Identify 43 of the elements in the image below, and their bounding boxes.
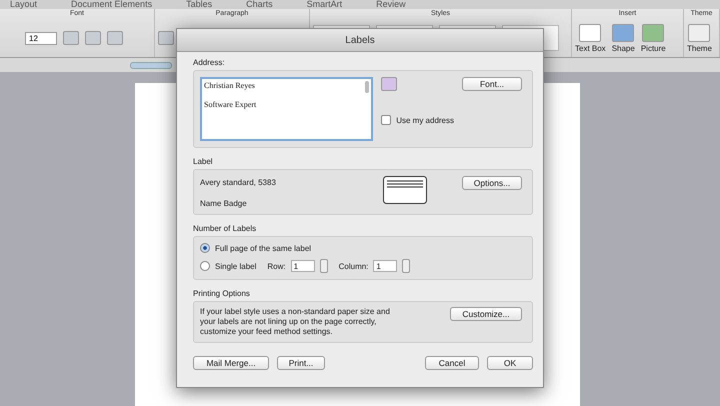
printing-options-text: If your label style uses a non-standard paper size and your labels are not lining up on the page correctly, customize your feed method settings. [200, 307, 391, 337]
radio-label: Single label [215, 262, 256, 270]
dialog-button[interactable]: OK [487, 356, 533, 370]
ribbon-tab[interactable]: SmartArt [306, 0, 342, 9]
radio-button[interactable] [200, 243, 210, 253]
label-preview-icon [383, 176, 427, 204]
label-product: Avery standard, 5383 [200, 178, 277, 187]
section-heading: Number of Labels [193, 224, 258, 233]
label-name: Name Badge [200, 199, 248, 208]
row-field[interactable]: 1 [290, 260, 315, 272]
options-button[interactable]: Options... [462, 176, 522, 190]
font-size-field[interactable]: 12 [25, 32, 57, 44]
checkbox-label: Use my address [396, 116, 454, 124]
stepper-icon[interactable] [402, 259, 410, 273]
insert-button[interactable]: Shape [612, 24, 635, 52]
ribbon-tab[interactable]: Layout [10, 0, 38, 9]
address-line: Christian Reyes [204, 81, 256, 90]
theme-button[interactable]: Theme [687, 24, 712, 52]
address-line: Software Expert [204, 100, 258, 109]
address-field[interactable]: Christian Reyes Software Expert [200, 77, 374, 141]
insert-button[interactable]: Picture [640, 24, 666, 52]
font-button[interactable]: Font... [462, 77, 522, 91]
ribbon-tab[interactable]: Tables [186, 0, 212, 9]
section-heading: Printing Options [193, 289, 251, 298]
dialog-button[interactable]: Mail Merge... [193, 356, 269, 370]
dialog-button[interactable]: Cancel [425, 356, 479, 370]
column-label: Column: [338, 262, 368, 270]
ribbon-tab[interactable]: Charts [246, 0, 273, 9]
checkbox[interactable] [381, 115, 392, 125]
ribbon-tab[interactable]: Document Elements [71, 0, 152, 9]
row-label: Row: [267, 262, 286, 270]
section-heading: Label [193, 157, 214, 166]
dialog-title: Labels [345, 34, 375, 46]
radio-button[interactable] [200, 261, 210, 271]
insert-button[interactable]: Text Box [575, 24, 606, 52]
radio-label: Full page of the same label [215, 244, 312, 252]
ribbon-tab[interactable]: Review [376, 0, 406, 9]
section-heading: Address: [193, 58, 226, 67]
customize-button[interactable]: Customize... [450, 307, 522, 321]
column-field[interactable]: 1 [373, 260, 398, 272]
stepper-icon[interactable] [320, 259, 328, 273]
scrollbar-thumb [365, 81, 370, 93]
dialog-button[interactable]: Print... [277, 356, 325, 370]
